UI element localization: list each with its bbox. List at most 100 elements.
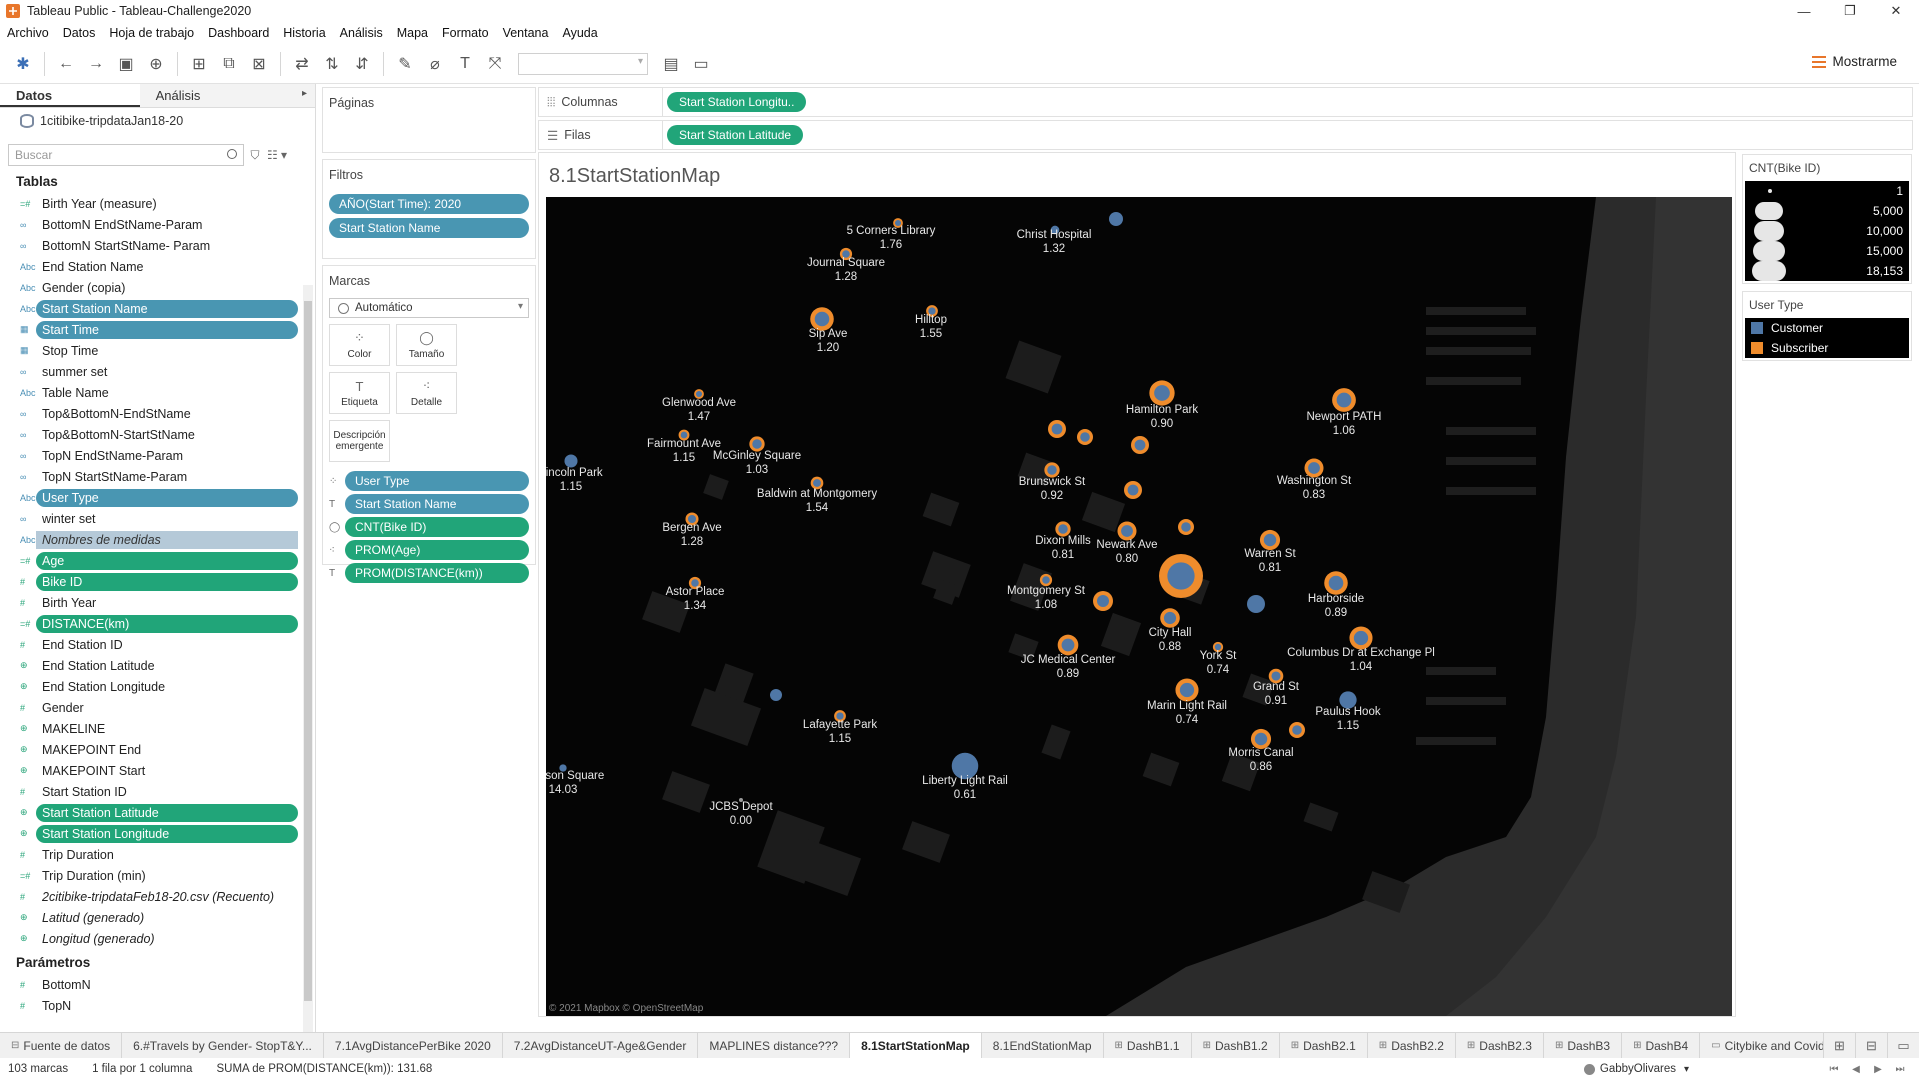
marks-etiqueta-button[interactable]: T Etiqueta [329, 372, 390, 414]
field-winter-set[interactable]: ∞ winter set [0, 508, 298, 529]
save-icon[interactable]: ▣ [111, 49, 141, 79]
new-worksheet-tab-icon[interactable]: ⊞ [1823, 1033, 1855, 1059]
field-birth-year[interactable]: # Birth Year [0, 592, 298, 613]
tab-6-travels-by-gender-stopt-y[interactable]: 6.#Travels by Gender- StopT&Y... [122, 1032, 324, 1059]
user-menu[interactable]: GabbyOlivares [1584, 1063, 1689, 1075]
field-bottomn-endstname-param[interactable]: ∞ BottomN EndStName-Param [0, 214, 298, 235]
group-icon[interactable]: ⌀ [420, 49, 450, 79]
close-button[interactable]: ✕ [1873, 0, 1919, 22]
field-latitud-generado[interactable]: ⊕ Latitud (generado) [0, 907, 298, 928]
field-makeline[interactable]: ⊕ MAKELINE [0, 718, 298, 739]
menu-hoja-de-trabajo[interactable]: Hoja de trabajo [102, 26, 201, 40]
show-cards-icon[interactable]: ▤ [656, 49, 686, 79]
minimize-button[interactable]: — [1781, 0, 1827, 22]
tab-dashb1-1[interactable]: ⊞ DashB1.1 [1104, 1032, 1192, 1059]
datasource-item[interactable]: 1citibike-tripdataJan18-20 [0, 108, 315, 134]
next-sheet-icon[interactable]: ▶ [1867, 1064, 1889, 1075]
presentation-mode-icon[interactable]: ▭ [686, 49, 716, 79]
mark-field-start-station-name[interactable]: T Start Station Name [329, 494, 529, 514]
field-start-station-id[interactable]: # Start Station ID [0, 781, 298, 802]
pages-card[interactable]: Páginas [322, 87, 536, 153]
filters-card[interactable]: Filtros AÑO(Start Time): 2020 Start Stat… [322, 159, 536, 259]
field-birth-year-measure[interactable]: =# Birth Year (measure) [0, 193, 298, 214]
field-age[interactable]: =# Age [0, 550, 298, 571]
fix-axes-icon[interactable]: ⤧ [480, 49, 510, 79]
show-me-button[interactable]: Mostrarme [1812, 54, 1897, 69]
menu-analisis[interactable]: Análisis [333, 26, 390, 40]
marks-color-button[interactable]: ⁘ Color [329, 324, 390, 366]
mark-field-prom-age[interactable]: ⁖ PROM(Age) [329, 540, 529, 560]
new-dashboard-tab-icon[interactable]: ⊟ [1855, 1033, 1887, 1059]
field-trip-duration-min[interactable]: =# Trip Duration (min) [0, 865, 298, 886]
menu-historia[interactable]: Historia [276, 26, 332, 40]
field-bike-id[interactable]: # Bike ID [0, 571, 298, 592]
new-worksheet-icon[interactable]: ⊞ [184, 49, 214, 79]
color-legend-subscriber[interactable]: Subscriber [1745, 338, 1909, 358]
fields-scrollbar[interactable] [303, 285, 313, 1043]
duplicate-sheet-icon[interactable]: ⧉ [214, 49, 244, 79]
field-gender[interactable]: # Gender [0, 697, 298, 718]
field-makepoint-end[interactable]: ⊕ MAKEPOINT End [0, 739, 298, 760]
tab-8-1endstationmap[interactable]: 8.1EndStationMap [982, 1032, 1104, 1059]
filter-pill-station[interactable]: Start Station Name [329, 218, 529, 238]
field-top-bottomn-endstname[interactable]: ∞ Top&BottomN-EndStName [0, 403, 298, 424]
restore-button[interactable]: ❐ [1827, 0, 1873, 22]
marks-tama-o-button[interactable]: ◯ Tamaño [396, 324, 457, 366]
show-labels-icon[interactable]: T [450, 49, 480, 79]
field-start-time[interactable]: ▦ Start Time [0, 319, 298, 340]
field-stop-time[interactable]: ▦ Stop Time [0, 340, 298, 361]
undo-icon[interactable]: ← [51, 49, 81, 79]
field-bottomn-startstname-param[interactable]: ∞ BottomN StartStName- Param [0, 235, 298, 256]
size-legend[interactable]: CNT(Bike ID) 1 5,000 10,000 15,000 18,153 [1742, 154, 1912, 284]
mark-field-prom-distance-km[interactable]: T PROM(DISTANCE(km)) [329, 563, 529, 583]
filter-icon[interactable]: ⛉ [244, 148, 266, 163]
tab-dashb1-2[interactable]: ⊞ DashB1.2 [1192, 1032, 1280, 1059]
sort-desc-icon[interactable]: ⇵ [347, 49, 377, 79]
color-legend[interactable]: User Type Customer Subscriber [1742, 291, 1912, 361]
menu-dashboard[interactable]: Dashboard [201, 26, 276, 40]
tab-7-2avgdistanceut-age-gender[interactable]: 7.2AvgDistanceUT-Age&Gender [503, 1032, 699, 1059]
tab-dashb2-2[interactable]: ⊞ DashB2.2 [1368, 1032, 1456, 1059]
columns-shelf[interactable]: ⦙⦙⦙ Columnas Start Station Longitu.. [538, 87, 1913, 117]
menu-datos[interactable]: Datos [56, 26, 103, 40]
mark-pill[interactable]: PROM(Age) [345, 540, 529, 560]
menu-formato[interactable]: Formato [435, 26, 496, 40]
mark-pill[interactable]: CNT(Bike ID) [345, 517, 529, 537]
field-end-station-id[interactable]: # End Station ID [0, 634, 298, 655]
clear-sheet-icon[interactable]: ⊠ [244, 49, 274, 79]
mark-pill[interactable]: Start Station Name [345, 494, 529, 514]
marks-detalle-button[interactable]: ⁖ Detalle [396, 372, 457, 414]
menu-archivo[interactable]: Archivo [0, 26, 56, 40]
field-longitud-generado[interactable]: ⊕ Longitud (generado) [0, 928, 298, 949]
field-2citibike-tripdatafeb18-20-csv-recuento[interactable]: #2citibike-tripdataFeb18-20.csv (Recuent… [0, 886, 298, 907]
tab-datos[interactable]: Datos [0, 84, 140, 107]
field-topn-startstname-param[interactable]: ∞ TopN StartStName-Param [0, 466, 298, 487]
search-input[interactable]: Buscar [8, 144, 244, 166]
field-start-station-longitude[interactable]: ⊕ Start Station Longitude [0, 823, 298, 844]
prev-sheet-icon[interactable]: ◀ [1845, 1064, 1867, 1075]
rows-shelf[interactable]: ☰ Filas Start Station Latitude [538, 120, 1913, 150]
new-story-tab-icon[interactable]: ▭ [1887, 1033, 1919, 1059]
param-bottomn[interactable]: # BottomN [0, 974, 298, 995]
field-makepoint-start[interactable]: ⊕ MAKEPOINT Start [0, 760, 298, 781]
filter-pill-year[interactable]: AÑO(Start Time): 2020 [329, 194, 529, 214]
field-topn-endstname-param[interactable]: ∞ TopN EndStName-Param [0, 445, 298, 466]
mark-pill[interactable]: PROM(DISTANCE(km)) [345, 563, 529, 583]
field-trip-duration[interactable]: # Trip Duration [0, 844, 298, 865]
marks-descripci-n-emergente-button[interactable]: Descripción emergente [329, 420, 390, 462]
color-legend-customer[interactable]: Customer [1745, 318, 1909, 338]
field-user-type[interactable]: Abc User Type [0, 487, 298, 508]
field-nombres-de-medidas[interactable]: Abc Nombres de medidas [0, 529, 298, 550]
mark-type-dropdown[interactable]: Automático [329, 298, 529, 318]
field-start-station-latitude[interactable]: ⊕ Start Station Latitude [0, 802, 298, 823]
new-datasource-icon[interactable]: ⊕ [141, 49, 171, 79]
tab-dashb2-3[interactable]: ⊞ DashB2.3 [1456, 1032, 1544, 1059]
mark-pill[interactable]: User Type [345, 471, 529, 491]
mark-field-cnt-bike-id[interactable]: ◯ CNT(Bike ID) [329, 517, 529, 537]
field-gender-copia[interactable]: Abc Gender (copia) [0, 277, 298, 298]
map-canvas[interactable]: 5 Corners Library 1.76 Christ Hospital 1.32… [546, 197, 1732, 1016]
field-distance-km[interactable]: =# DISTANCE(km) [0, 613, 298, 634]
tab-dashb2-1[interactable]: ⊞ DashB2.1 [1280, 1032, 1368, 1059]
map-attribution[interactable]: © 2021 Mapbox © OpenStreetMap [549, 1003, 703, 1014]
tab-fuente-de-datos[interactable]: ⊟ Fuente de datos [0, 1032, 123, 1059]
